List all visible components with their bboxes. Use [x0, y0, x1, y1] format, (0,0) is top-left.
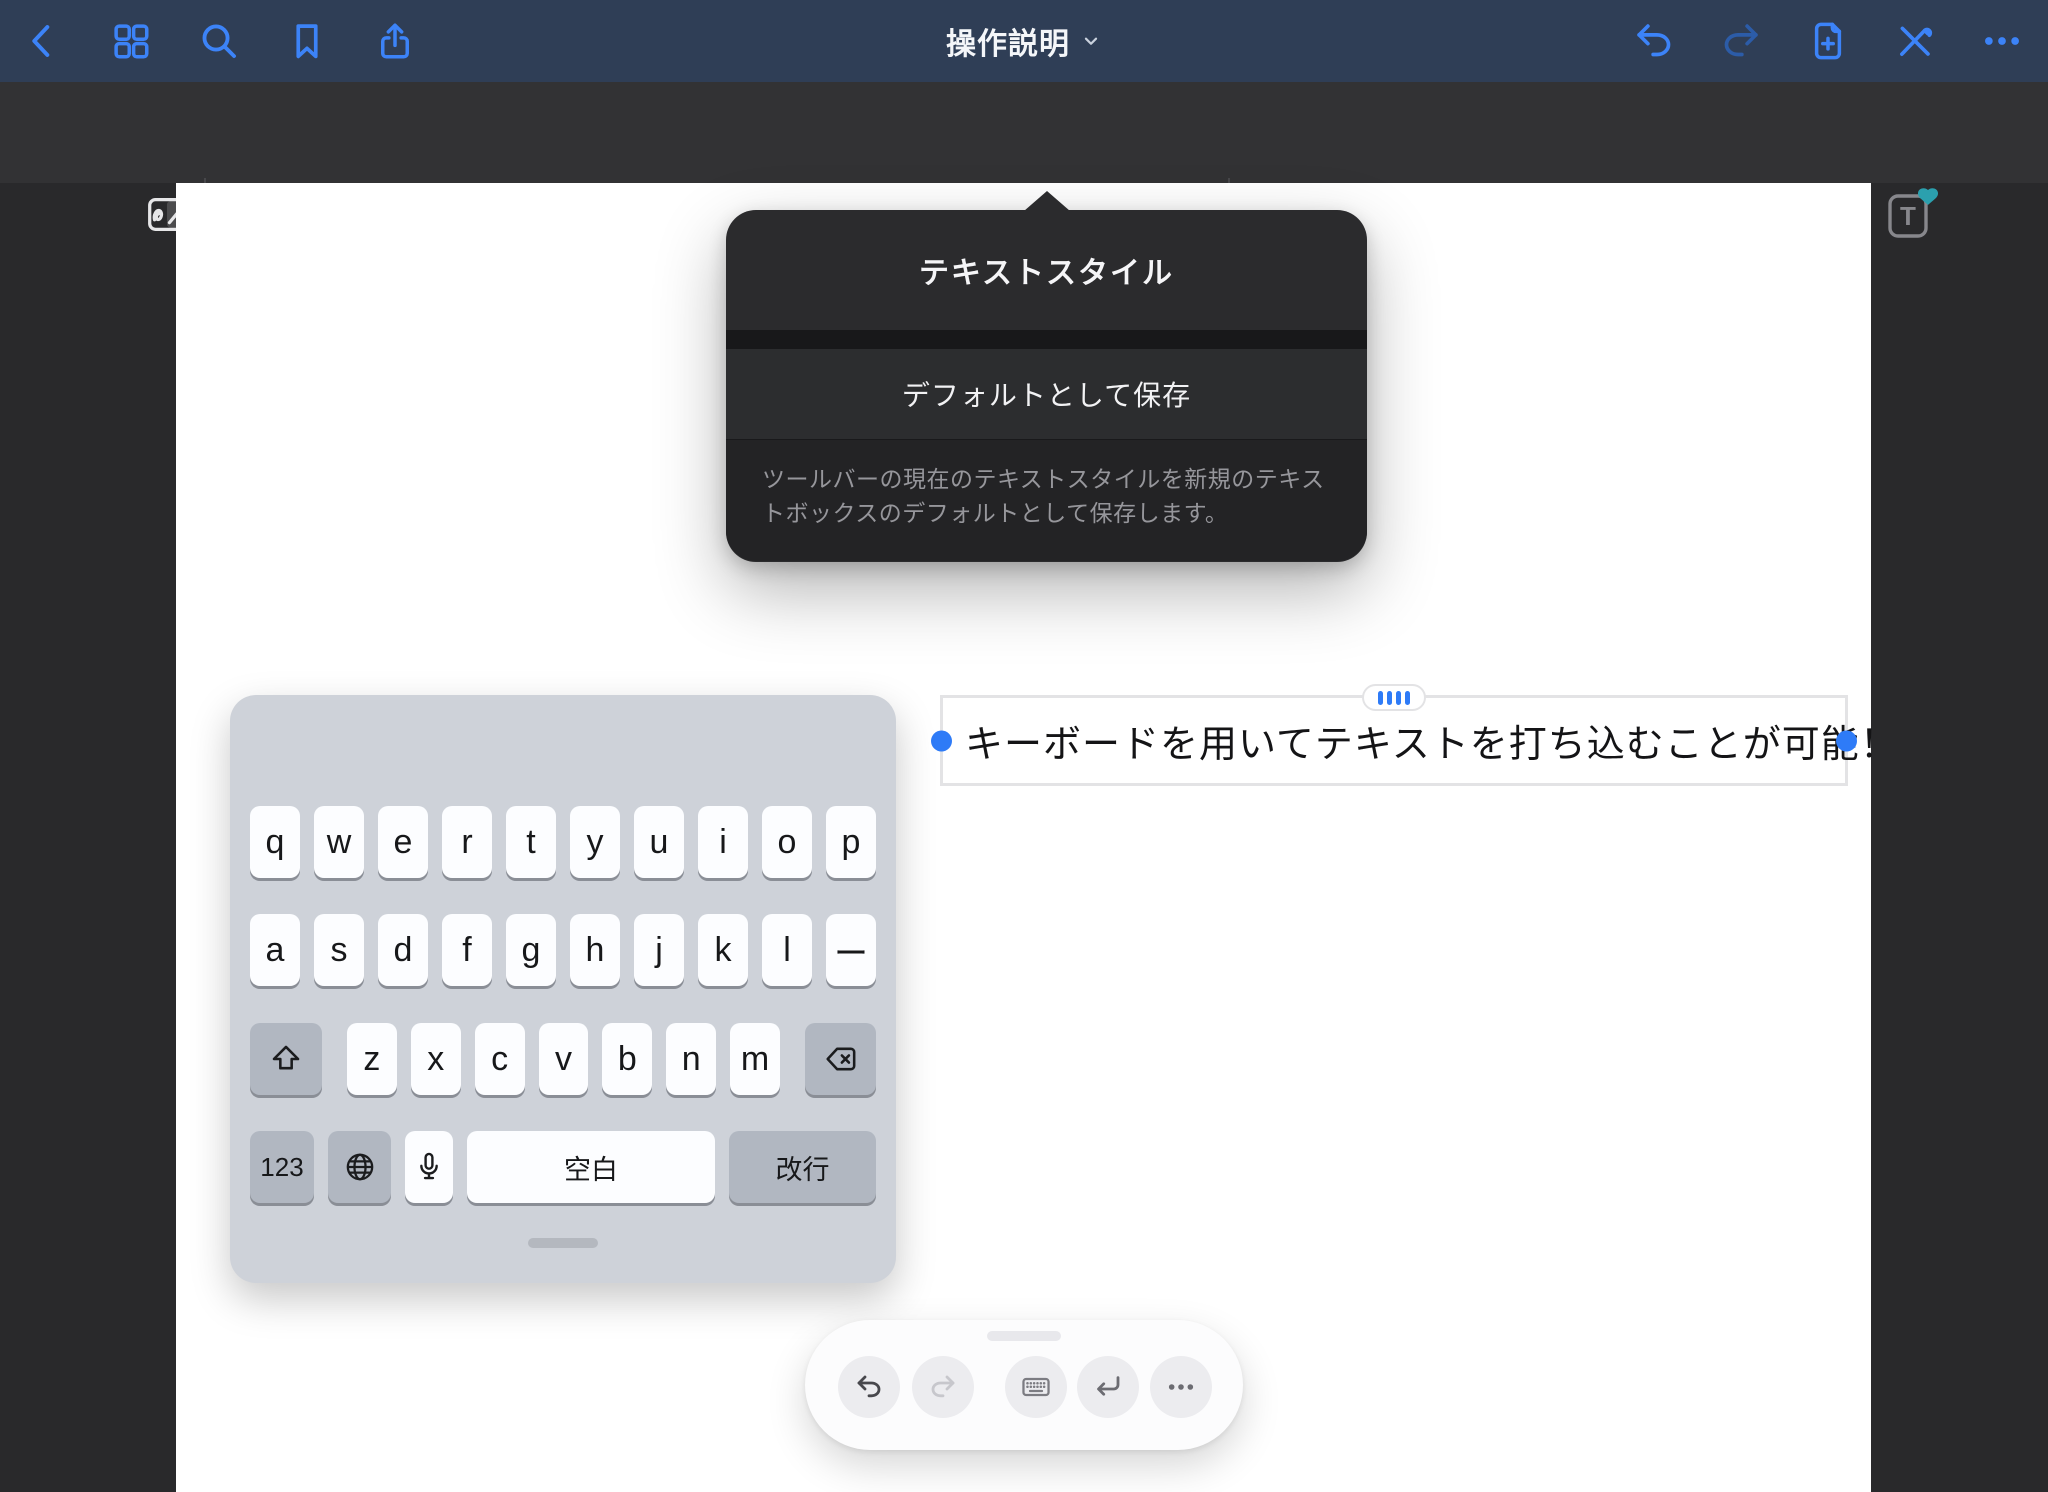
key[interactable]: a [250, 914, 300, 986]
chevron-down-icon [1080, 30, 1102, 52]
ellipsis-icon [1165, 1371, 1197, 1403]
share-button[interactable] [371, 17, 419, 65]
redo-button[interactable] [1717, 17, 1765, 65]
search-button[interactable] [195, 17, 243, 65]
search-icon [198, 20, 240, 62]
text-style-favorite-button[interactable]: T [1885, 186, 1941, 242]
key[interactable]: e [378, 806, 428, 878]
pencil-slash-icon [1894, 20, 1936, 62]
top-navigation-bar: 操作説明 [0, 0, 2048, 82]
globe-key[interactable] [328, 1131, 391, 1203]
chevron-left-icon [22, 20, 64, 62]
save-as-default-button[interactable]: デフォルトとして保存 [726, 349, 1367, 440]
key[interactable]: i [698, 806, 748, 878]
key[interactable]: y [570, 806, 620, 878]
key[interactable]: d [378, 914, 428, 986]
key[interactable]: z [347, 1023, 397, 1095]
redo-icon [1720, 20, 1762, 62]
pill-drag-handle[interactable] [987, 1331, 1061, 1341]
undo-icon [853, 1371, 885, 1403]
quick-undo-button[interactable] [838, 1356, 900, 1418]
backspace-icon [824, 1042, 858, 1076]
key[interactable]: x [411, 1023, 461, 1095]
redo-icon [927, 1371, 959, 1403]
key[interactable]: h [570, 914, 620, 986]
ellipsis-icon [1981, 20, 2023, 62]
text-style-heart-icon: T [1885, 186, 1941, 242]
keyboard-row-1: qwertyuiop [250, 806, 876, 878]
textbox-resize-handle-right[interactable] [1836, 730, 1857, 751]
return-arrow-icon [1092, 1371, 1124, 1403]
keyboard-row-4: 123 空白 改行 [250, 1131, 876, 1203]
add-page-button[interactable] [1804, 17, 1852, 65]
key[interactable]: r [442, 806, 492, 878]
text-style-popover: テキストスタイル デフォルトとして保存 ツールバーの現在のテキストスタイルを新規… [726, 210, 1367, 562]
key[interactable]: m [730, 1023, 780, 1095]
onscreen-keyboard: qwertyuiop asdfghjklー zxcvbnm 123 空白 改行 [230, 695, 896, 1283]
shift-icon [269, 1042, 303, 1076]
keyboard-row-2: asdfghjklー [250, 914, 876, 986]
nav-left-group [19, 0, 419, 82]
key[interactable]: w [314, 806, 364, 878]
keyboard-drag-handle[interactable] [528, 1238, 598, 1248]
svg-text:T: T [1900, 201, 1916, 231]
undo-button[interactable] [1630, 17, 1678, 65]
key[interactable]: p [826, 806, 876, 878]
readonly-toggle-button[interactable] [1891, 17, 1939, 65]
undo-icon [1633, 20, 1675, 62]
return-key[interactable]: 改行 [729, 1131, 876, 1203]
mic-icon [412, 1150, 446, 1184]
share-icon [374, 20, 416, 62]
app-screen: 操作説明 [0, 0, 2048, 1492]
thumbnails-button[interactable] [107, 17, 155, 65]
key[interactable]: j [634, 914, 684, 986]
key[interactable]: o [762, 806, 812, 878]
textbox-resize-handle-left[interactable] [931, 730, 952, 751]
numbers-key[interactable]: 123 [250, 1131, 314, 1203]
back-button[interactable] [19, 17, 67, 65]
textbox-text: キーボードを用いてテキストを打ち込むことが可能！ [943, 713, 1899, 768]
add-page-icon [1807, 20, 1849, 62]
keyboard-icon [1020, 1371, 1052, 1403]
popover-description: ツールバーの現在のテキストスタイルを新規のテキストボックスのデフォルトとして保存… [726, 440, 1367, 561]
bookmark-button[interactable] [283, 17, 331, 65]
key[interactable]: s [314, 914, 364, 986]
insert-linebreak-button[interactable] [1077, 1356, 1139, 1418]
key[interactable]: k [698, 914, 748, 986]
popover-title: テキストスタイル [726, 210, 1367, 330]
delete-key[interactable] [805, 1023, 876, 1095]
quick-redo-button[interactable] [912, 1356, 974, 1418]
key[interactable]: b [602, 1023, 652, 1095]
hide-keyboard-button[interactable] [1005, 1356, 1067, 1418]
key[interactable]: ー [826, 914, 876, 986]
page-title: 操作説明 [946, 19, 1070, 63]
key[interactable]: t [506, 806, 556, 878]
grid-icon [110, 20, 152, 62]
mic-key[interactable] [405, 1131, 453, 1203]
key[interactable]: f [442, 914, 492, 986]
globe-icon [343, 1150, 377, 1184]
tools-toolbar: T YuGo-Medium 30 T [0, 82, 2048, 183]
key[interactable]: q [250, 806, 300, 878]
keyboard-row-3: zxcvbnm [250, 1023, 876, 1095]
key[interactable]: n [666, 1023, 716, 1095]
key[interactable]: c [475, 1023, 525, 1095]
textbox-drag-handle[interactable] [1362, 684, 1426, 711]
popover-separator [726, 330, 1367, 349]
keyboard-row-3-letters: zxcvbnm [347, 1023, 780, 1095]
bookmark-icon [286, 20, 328, 62]
nav-right-group [1630, 0, 2026, 82]
key[interactable]: v [539, 1023, 589, 1095]
more-options-button[interactable] [1978, 17, 2026, 65]
key[interactable]: g [506, 914, 556, 986]
floating-quick-toolbar [805, 1320, 1243, 1450]
popover-arrow [1024, 191, 1070, 211]
key[interactable]: l [762, 914, 812, 986]
key[interactable]: u [634, 806, 684, 878]
canvas-text-box[interactable]: キーボードを用いてテキストを打ち込むことが可能！ [940, 695, 1848, 786]
shift-key[interactable] [250, 1023, 322, 1095]
space-key[interactable]: 空白 [467, 1131, 715, 1203]
more-actions-button[interactable] [1150, 1356, 1212, 1418]
